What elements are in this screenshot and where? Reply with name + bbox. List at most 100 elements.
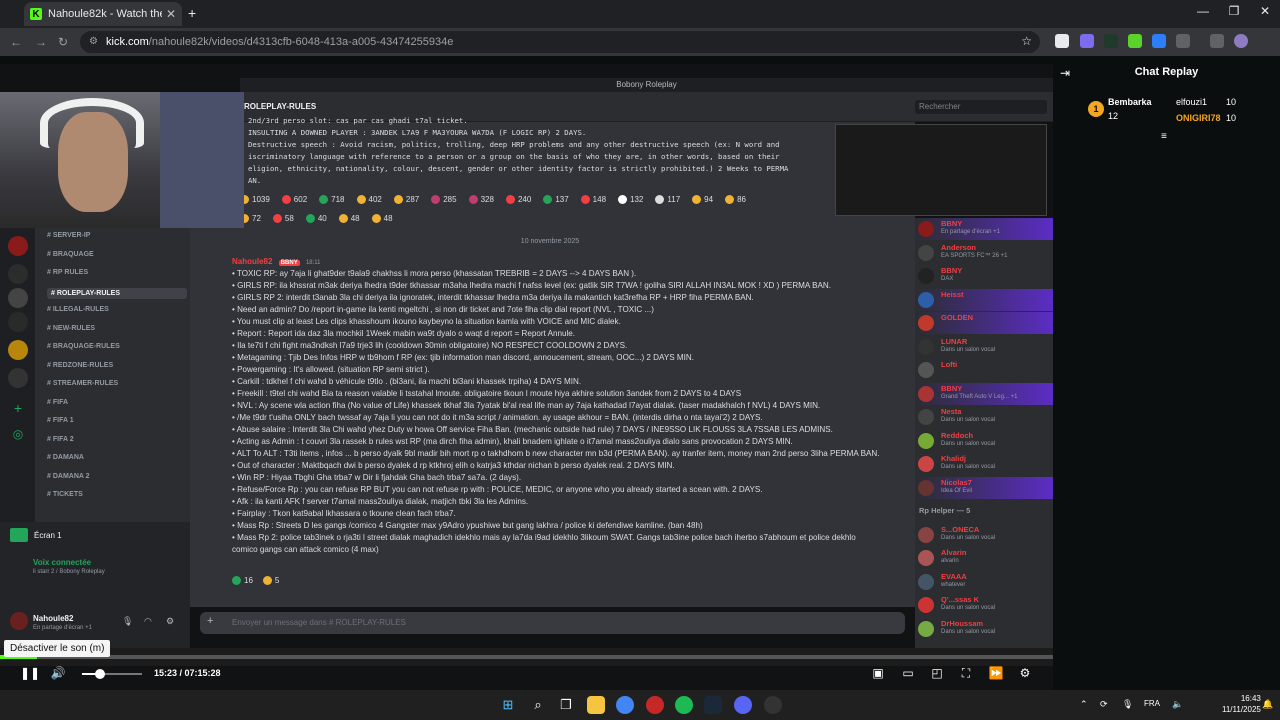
reaction-chip[interactable]: 287 [393, 195, 419, 204]
sync-icon[interactable]: ⟳ [1100, 699, 1108, 710]
leader-name[interactable]: elfouzi1 [1176, 97, 1207, 107]
channel-item[interactable]: # RP RULES [47, 269, 88, 276]
bookmark-star-icon[interactable]: ☆ [1021, 34, 1032, 48]
volume-slider[interactable] [82, 669, 142, 679]
browser-tab[interactable]: K Nahoule82k - Watch the VO ✕ [24, 2, 182, 26]
channel-item[interactable]: # FIFA 2 [47, 436, 74, 443]
reaction-chip[interactable]: 240 [505, 195, 531, 204]
extension-icon[interactable] [1055, 34, 1069, 48]
member-item[interactable]: BBNY Grand Theft Auto V Leg... +1 [915, 382, 1053, 405]
server-icon[interactable] [8, 368, 28, 388]
channel-item[interactable]: # DAMANA 2 [47, 473, 90, 480]
extension-icon[interactable] [1104, 34, 1118, 48]
spotify-icon[interactable] [675, 696, 693, 714]
member-item[interactable]: LUNAR Dans un salon vocal [915, 336, 1053, 358]
reaction-chip[interactable]: 1039 [240, 195, 270, 204]
member-item[interactable]: BBNY DAX [915, 265, 1053, 287]
discord-search[interactable]: Rechercher [915, 100, 1047, 114]
server-icon[interactable] [8, 312, 28, 332]
maximize-button[interactable]: ❐ [1219, 4, 1249, 18]
mic-icon[interactable]: 🎙 [122, 616, 133, 627]
steam-icon[interactable] [704, 696, 722, 714]
member-item[interactable]: GOLDEN [915, 312, 1053, 334]
profile-avatar[interactable] [1234, 34, 1248, 48]
close-tab-icon[interactable]: ✕ [166, 7, 176, 21]
url-field[interactable]: ⚙ kick.com/nahoule82k/videos/d4313cfb-60… [80, 31, 1040, 53]
new-tab-button[interactable]: + [188, 5, 196, 21]
member-item[interactable]: EVAAA whatever [915, 571, 1053, 593]
speed-icon[interactable]: ⏩ [988, 666, 1004, 680]
extension-icon[interactable] [1152, 34, 1166, 48]
reaction-chip[interactable]: 86 [725, 195, 746, 204]
server-icon[interactable] [8, 288, 28, 308]
search-icon[interactable]: ⌕ [529, 696, 547, 714]
progress-bar[interactable] [0, 655, 1053, 659]
channel-item[interactable]: # BRAQUAGE [47, 251, 94, 258]
task-view-icon[interactable]: ❐ [557, 696, 575, 714]
member-item[interactable]: Nicolas7 Idea Of Evil [915, 476, 1053, 499]
back-button[interactable]: ← [10, 35, 22, 49]
chrome-icon[interactable] [616, 696, 634, 714]
member-item[interactable]: Q'...ssas K Dans un salon vocal [915, 594, 1053, 616]
channel-item[interactable]: # SERVER-IP [47, 232, 90, 239]
windows-start-icon[interactable]: ⊞ [499, 696, 517, 714]
reaction-chip[interactable]: 40 [305, 214, 327, 223]
extension-icon[interactable] [1128, 34, 1142, 48]
app-icon[interactable] [764, 696, 782, 714]
member-item[interactable]: Heisst [915, 288, 1053, 311]
headphones-icon[interactable]: ◠ [144, 616, 152, 627]
reaction-chip[interactable]: 94 [692, 195, 713, 204]
app-icon[interactable] [646, 696, 664, 714]
notification-icon[interactable]: 🔔 [1262, 699, 1273, 710]
member-item[interactable]: Khalidj Dans un salon vocal [915, 453, 1053, 475]
server-icon[interactable] [8, 340, 28, 360]
member-item[interactable]: Anderson EA SPORTS FC™ 26 +1 [915, 242, 1053, 264]
speaker-icon[interactable]: 🔈 [1172, 699, 1183, 710]
reaction-check[interactable]: 16 [232, 576, 253, 585]
discord-icon[interactable] [734, 696, 752, 714]
member-item[interactable]: DrHoussam Dans un salon vocal [915, 618, 1053, 640]
reaction-chip[interactable]: 58 [272, 214, 294, 223]
reaction-emoji[interactable]: 5 [262, 576, 279, 585]
reaction-chip[interactable]: 48 [371, 214, 393, 223]
clip-icon[interactable]: ▣ [870, 666, 886, 680]
reaction-chip[interactable]: 285 [431, 195, 457, 204]
theater-mode-icon[interactable]: ▭ [900, 666, 916, 680]
settings-gear-icon[interactable]: ⚙ [166, 616, 174, 627]
add-attachment-icon[interactable]: + [207, 615, 213, 627]
volume-knob[interactable] [95, 669, 105, 679]
message-author[interactable]: Nahoule82 [232, 257, 272, 266]
member-item[interactable]: Nesta Dans un salon vocal [915, 406, 1053, 428]
channel-item[interactable]: # BRAQUAGE-RULES [47, 343, 120, 350]
reaction-chip[interactable]: 137 [543, 195, 569, 204]
member-item[interactable]: Reddoch Dans un salon vocal [915, 430, 1053, 452]
channel-item[interactable]: # TICKETS [47, 491, 83, 498]
channel-item[interactable]: # ROLEPLAY-RULES [47, 287, 187, 299]
member-item[interactable]: BBNY En partage d'écran +1 [915, 218, 1053, 240]
pause-icon[interactable]: ❚❚ [20, 666, 40, 680]
leader-name[interactable]: Bembarka [1108, 97, 1152, 107]
file-explorer-icon[interactable] [587, 696, 605, 714]
language-indicator[interactable]: FRA [1144, 699, 1160, 708]
reload-button[interactable]: ↻ [58, 35, 68, 49]
settings-icon[interactable]: ⚙ [1017, 666, 1033, 680]
chevron-up-icon[interactable]: ⌃ [1080, 699, 1088, 710]
channel-item[interactable]: # REDZONE-RULES [47, 362, 113, 369]
fullscreen-icon[interactable]: ⛶ [958, 666, 974, 681]
add-server-icon[interactable]: + [8, 398, 28, 418]
channel-item[interactable]: # FIFA [47, 399, 68, 406]
channel-item[interactable]: # STREAMER-RULES [47, 380, 118, 387]
site-info-icon[interactable]: ⚙ [89, 36, 98, 47]
reaction-chip[interactable]: 718 [319, 195, 345, 204]
reaction-chip[interactable]: 148 [580, 195, 606, 204]
expand-leaderboard-icon[interactable]: ≡ [1161, 131, 1167, 142]
server-icon[interactable] [8, 236, 28, 256]
close-window-button[interactable]: ✕ [1250, 4, 1280, 18]
reaction-chip[interactable]: 602 [281, 195, 307, 204]
channel-item[interactable]: # NEW-RULES [47, 325, 95, 332]
message-input[interactable]: Envoyer un message dans # ROLEPLAY-RULES [200, 612, 905, 634]
member-item[interactable]: Rp Helper — 5 [915, 500, 1053, 522]
menu-icon[interactable] [1210, 34, 1224, 48]
avatar[interactable] [10, 612, 28, 630]
server-icon[interactable] [8, 264, 28, 284]
